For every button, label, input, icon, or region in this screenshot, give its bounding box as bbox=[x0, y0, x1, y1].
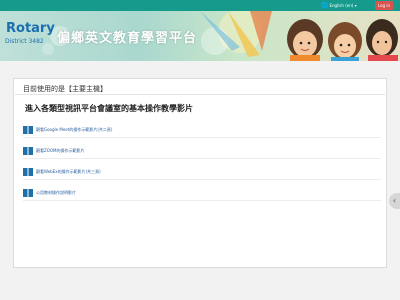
book-icon bbox=[23, 168, 33, 176]
top-bar: 🌐 English (en) ▾ Log in bbox=[0, 0, 400, 11]
site-banner: Rotary District 3482 偏鄉英文教育學習平台 bbox=[0, 11, 400, 61]
book-icon bbox=[23, 189, 33, 197]
main-panel: 目前使用的是【主要主機】 進入各類型視訊平台會議室的基本操作教學影片 觀看Goo… bbox=[13, 78, 387, 268]
globe-icon: 🌐 bbox=[321, 2, 329, 9]
book-icon bbox=[23, 147, 33, 155]
section-title: 進入各類型視訊平台會議室的基本操作教學影片 bbox=[25, 104, 193, 113]
list-item-zoom[interactable]: 觀看ZOOM的操作示範影片 bbox=[23, 144, 381, 159]
list-item-label[interactable]: 觀看Google Meet的操作示範影片(共二頁) bbox=[36, 127, 112, 133]
chevron-left-icon[interactable]: ‹ bbox=[389, 193, 400, 209]
divider bbox=[15, 94, 385, 95]
language-label: English (en) ▾ bbox=[329, 3, 357, 8]
site-title: 偏鄉英文教育學習平台 bbox=[57, 31, 198, 46]
language-menu[interactable]: 🌐 English (en) ▾ bbox=[321, 2, 357, 10]
list-item-public-materials[interactable]: 公用教材操作說明影片 bbox=[23, 186, 381, 201]
rotary-logo-text: Rotary bbox=[6, 21, 55, 36]
list-item-label[interactable]: 公用教材操作說明影片 bbox=[36, 190, 76, 196]
current-host-label: 目前使用的是【主要主機】 bbox=[23, 85, 107, 93]
list-item-webex[interactable]: 觀看WebEx的操作示範影片(共三頁) bbox=[23, 165, 381, 180]
list-item-label[interactable]: 觀看WebEx的操作示範影片(共三頁) bbox=[36, 169, 101, 175]
district-label: District 3482 bbox=[5, 38, 44, 45]
list-item-label[interactable]: 觀看ZOOM的操作示範影片 bbox=[36, 148, 85, 154]
list-item-google-meet[interactable]: 觀看Google Meet的操作示範影片(共二頁) bbox=[23, 123, 381, 138]
login-button[interactable]: Log in bbox=[375, 1, 393, 10]
book-icon bbox=[23, 126, 33, 134]
